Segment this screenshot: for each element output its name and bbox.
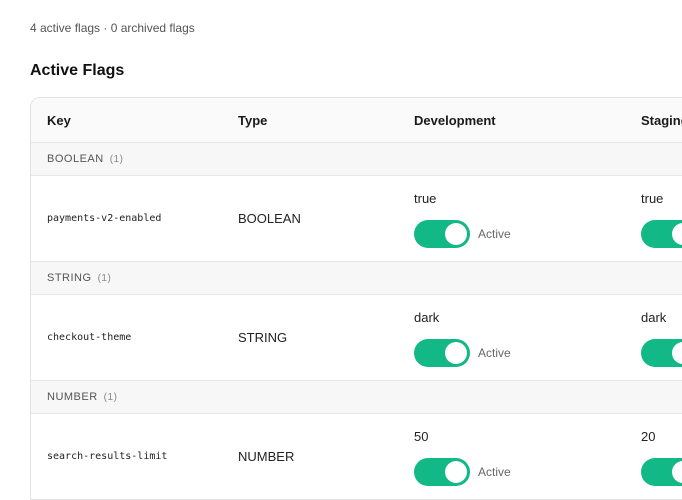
- group-label: STRING (1): [47, 272, 111, 284]
- flag-key[interactable]: checkout-theme: [47, 332, 131, 343]
- group-row-boolean: BOOLEAN (1): [31, 143, 682, 176]
- staging-toggle[interactable]: [641, 220, 682, 248]
- group-name: STRING: [47, 272, 92, 284]
- toggle-knob: [672, 223, 682, 245]
- toggle-knob: [445, 223, 467, 245]
- staging-toggle[interactable]: [641, 339, 682, 367]
- group-count: (1): [97, 273, 112, 284]
- flag-type: BOOLEAN: [238, 211, 301, 226]
- table-row: search-results-limit NUMBER 50 Active 20: [31, 414, 682, 500]
- table-row: checkout-theme STRING dark Active dark: [31, 295, 682, 381]
- column-header-key[interactable]: Key: [47, 113, 71, 128]
- group-count: (1): [109, 154, 124, 165]
- dev-toggle[interactable]: [414, 220, 470, 248]
- table-header: Key Type Development Staging: [31, 98, 682, 143]
- group-name: NUMBER: [47, 391, 98, 403]
- group-name: BOOLEAN: [47, 153, 104, 165]
- flag-key[interactable]: search-results-limit: [47, 451, 167, 462]
- staging-value: dark: [641, 310, 667, 325]
- dev-value: true: [414, 191, 437, 206]
- toggle-knob: [445, 342, 467, 364]
- group-row-number: NUMBER (1): [31, 381, 682, 414]
- column-header-development[interactable]: Development: [414, 113, 496, 128]
- staging-value: 20: [641, 429, 656, 444]
- toggle-knob: [445, 461, 467, 483]
- flag-type: STRING: [238, 330, 288, 345]
- flag-type: NUMBER: [238, 449, 295, 464]
- dev-toggle[interactable]: [414, 458, 470, 486]
- staging-value: true: [641, 191, 664, 206]
- toggle-knob: [672, 342, 682, 364]
- flag-key[interactable]: payments-v2-enabled: [47, 213, 161, 224]
- flags-table: Key Type Development Staging BOOLEAN(1) …: [30, 97, 682, 500]
- dev-toggle[interactable]: [414, 339, 470, 367]
- dev-status: Active: [478, 346, 511, 360]
- dev-value: 50: [414, 429, 429, 444]
- group-label: BOOLEAN (1): [47, 153, 123, 165]
- toggle-knob: [672, 461, 682, 483]
- feature-flags-page: 4 active flags · 0 archived flags Active…: [0, 0, 682, 500]
- dev-status: Active: [478, 227, 511, 241]
- column-header-staging[interactable]: Staging: [641, 113, 682, 128]
- section-title: Active Flags: [30, 62, 125, 79]
- staging-toggle[interactable]: [641, 458, 682, 486]
- group-count: (1): [103, 392, 118, 403]
- group-row-string: STRING (1): [31, 262, 682, 295]
- flags-summary: 4 active flags · 0 archived flags: [30, 21, 195, 35]
- column-header-type[interactable]: Type: [238, 113, 267, 128]
- group-label: NUMBER (1): [47, 391, 117, 403]
- dev-status: Active: [478, 465, 511, 479]
- table-row: payments-v2-enabled BOOLEAN true Active …: [31, 176, 682, 262]
- dev-value: dark: [414, 310, 440, 325]
